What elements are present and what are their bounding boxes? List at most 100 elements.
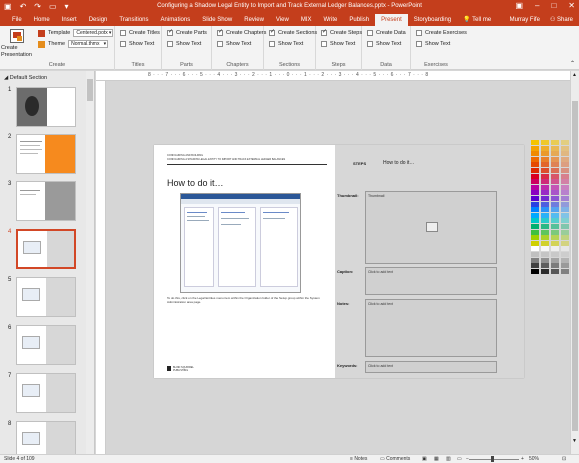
create-presentation-button[interactable]: Create: [1, 45, 18, 51]
tab-transitions[interactable]: Transitions: [113, 14, 154, 26]
color-swatch[interactable]: [541, 145, 549, 151]
color-swatch[interactable]: [541, 156, 549, 162]
color-swatch[interactable]: [531, 140, 539, 145]
color-swatch[interactable]: [531, 257, 539, 263]
panel-scrollbar[interactable]: [86, 71, 94, 454]
color-swatch[interactable]: [561, 240, 569, 246]
color-swatch[interactable]: [561, 207, 569, 213]
tab-view[interactable]: View: [270, 14, 295, 26]
color-swatch[interactable]: [551, 190, 559, 196]
color-swatch[interactable]: [531, 218, 539, 224]
color-swatch[interactable]: [561, 224, 569, 229]
reading-view-icon[interactable]: ▥: [446, 456, 451, 462]
color-swatch[interactable]: [551, 263, 559, 269]
tell-me[interactable]: 💡 Tell me: [457, 14, 497, 26]
color-swatch[interactable]: [551, 201, 559, 207]
tab-storyboarding[interactable]: Storyboarding: [408, 14, 457, 26]
color-swatch[interactable]: [531, 224, 539, 229]
tab-home[interactable]: Home: [28, 14, 56, 26]
tab-write[interactable]: Write: [318, 14, 344, 26]
maximize-icon[interactable]: □: [551, 1, 556, 10]
create-exercises-checkbox[interactable]: Create Exercises: [416, 30, 467, 36]
color-swatch[interactable]: [531, 268, 539, 274]
color-swatch[interactable]: [531, 162, 539, 168]
color-swatch[interactable]: [561, 168, 569, 173]
color-swatch[interactable]: [551, 156, 559, 162]
color-swatch[interactable]: [541, 196, 549, 201]
color-swatch[interactable]: [561, 179, 569, 185]
color-swatch[interactable]: [541, 257, 549, 263]
canvas-scrollbar[interactable]: ▲ ▼: [570, 71, 579, 454]
color-swatch[interactable]: [551, 252, 559, 257]
steps-show-text-checkbox[interactable]: Show Text: [321, 41, 355, 47]
color-swatch[interactable]: [531, 145, 539, 151]
color-swatch[interactable]: [541, 179, 549, 185]
slide-canvas[interactable]: CONFIGURING AND BUILDING CONFIGURING A S…: [106, 81, 570, 454]
color-swatch[interactable]: [561, 196, 569, 201]
collapse-ribbon-icon[interactable]: ⌃: [570, 60, 575, 67]
color-swatch[interactable]: [551, 212, 559, 218]
color-swatch[interactable]: [551, 145, 559, 151]
color-swatch[interactable]: [561, 145, 569, 151]
parts-show-text-checkbox[interactable]: Show Text: [167, 41, 201, 47]
color-swatch[interactable]: [561, 263, 569, 269]
color-swatch[interactable]: [561, 235, 569, 241]
color-swatch[interactable]: [541, 252, 549, 257]
keywords-placeholder[interactable]: Click to add text: [365, 361, 497, 373]
color-swatch[interactable]: [541, 151, 549, 157]
create-data-checkbox[interactable]: Create Data: [367, 30, 406, 36]
color-swatch[interactable]: [551, 184, 559, 190]
color-swatch[interactable]: [541, 246, 549, 252]
slide-thumbnail[interactable]: [16, 181, 76, 221]
current-slide[interactable]: CONFIGURING AND BUILDING CONFIGURING A S…: [154, 145, 524, 378]
tab-animations[interactable]: Animations: [155, 14, 197, 26]
exercises-show-text-checkbox[interactable]: Show Text: [416, 41, 450, 47]
theme-select[interactable]: Normal.thmx: [68, 40, 109, 48]
color-swatch[interactable]: [551, 162, 559, 168]
color-swatch[interactable]: [541, 207, 549, 213]
color-swatch[interactable]: [551, 246, 559, 252]
tab-insert[interactable]: Insert: [56, 14, 83, 26]
tab-review[interactable]: Review: [238, 14, 270, 26]
user-name[interactable]: Murray Fife: [510, 14, 540, 26]
color-swatch[interactable]: [561, 184, 569, 190]
create-presentation-icon[interactable]: [10, 29, 24, 43]
color-swatch[interactable]: [551, 179, 559, 185]
comments-button[interactable]: ▭ Comments: [380, 456, 410, 462]
color-swatch[interactable]: [561, 201, 569, 207]
zoom-slider-knob[interactable]: [491, 456, 494, 462]
color-swatch[interactable]: [551, 268, 559, 274]
slide-thumbnail[interactable]: [16, 373, 76, 413]
color-swatch[interactable]: [541, 263, 549, 269]
color-swatch[interactable]: [531, 263, 539, 269]
color-swatch[interactable]: [531, 184, 539, 190]
color-swatch[interactable]: [551, 257, 559, 263]
slide-caption-text[interactable]: To do this, click on the Legal Entities …: [167, 296, 327, 304]
color-swatch[interactable]: [541, 268, 549, 274]
color-swatch[interactable]: [561, 162, 569, 168]
scroll-up-icon[interactable]: ▲: [572, 72, 577, 78]
steps-value[interactable]: How to do it…: [383, 160, 414, 166]
color-swatch[interactable]: [541, 168, 549, 173]
slide-thumbnail[interactable]: [16, 87, 76, 127]
create-parts-checkbox[interactable]: Create Parts: [167, 28, 207, 36]
ribbon-options-icon[interactable]: ▣: [515, 1, 523, 10]
color-swatch[interactable]: [561, 190, 569, 196]
color-swatch[interactable]: [541, 224, 549, 229]
color-swatch[interactable]: [561, 156, 569, 162]
titles-show-text-checkbox[interactable]: Show Text: [120, 41, 154, 47]
color-swatch[interactable]: [541, 240, 549, 246]
color-swatch[interactable]: [561, 151, 569, 157]
color-swatch[interactable]: [551, 196, 559, 201]
scroll-down-icon[interactable]: ▼: [572, 438, 577, 444]
color-swatch[interactable]: [541, 173, 549, 179]
canvas-scroll-thumb[interactable]: [572, 101, 578, 431]
color-swatch[interactable]: [551, 218, 559, 224]
color-swatch[interactable]: [561, 252, 569, 257]
zoom-slider[interactable]: [469, 459, 519, 460]
color-swatch[interactable]: [551, 240, 559, 246]
color-swatch[interactable]: [531, 196, 539, 201]
color-swatch[interactable]: [531, 240, 539, 246]
create-titles-checkbox[interactable]: Create Titles: [120, 30, 160, 36]
color-swatch[interactable]: [551, 173, 559, 179]
